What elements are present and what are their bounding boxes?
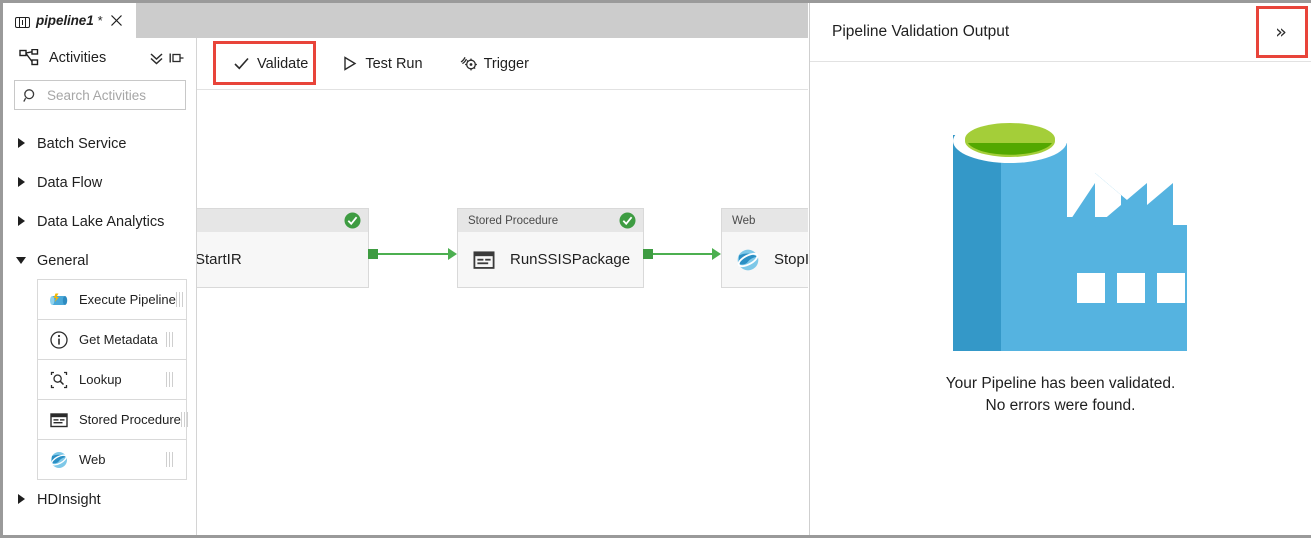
node-type-label: Web: [732, 214, 756, 227]
double-chevron-right-icon[interactable]: »: [1259, 10, 1303, 54]
sidebar-group-general[interactable]: General: [3, 241, 196, 280]
pipeline-graph: Web: [197, 89, 808, 535]
search-input[interactable]: [45, 86, 196, 104]
activity-get-metadata[interactable]: Get Metadata: [37, 319, 187, 360]
pipeline-node-startir[interactable]: Web: [197, 208, 369, 288]
tab-pipeline1[interactable]: pipeline1 *: [3, 3, 136, 38]
connector-handle[interactable]: [643, 249, 653, 259]
tab-title: pipeline1: [36, 13, 94, 28]
stored-procedure-icon: [49, 410, 69, 430]
connector-line: [378, 253, 449, 255]
activity-stored-procedure[interactable]: Stored Procedure: [37, 399, 188, 440]
checkmark-icon: [233, 55, 250, 72]
drag-handle[interactable]: [166, 332, 180, 347]
info-circle-icon: [49, 330, 69, 350]
pipeline-node-stopir[interactable]: Web StopIR: [721, 208, 808, 288]
general-activity-list: Execute Pipeline Get Metadata Lookup Sto…: [3, 279, 196, 480]
web-globe-icon: [736, 248, 760, 272]
node-status-valid-icon: [619, 212, 636, 229]
node-name-label: StopIR: [774, 251, 808, 268]
activity-label: Get Metadata: [79, 332, 158, 347]
drag-handle[interactable]: [166, 452, 180, 467]
validate-label: Validate: [257, 55, 309, 72]
connector-arrow: [712, 248, 721, 260]
node-header: Web: [722, 209, 808, 232]
activity-label: Stored Procedure: [79, 412, 181, 427]
validation-panel-title: Pipeline Validation Output: [832, 23, 1010, 40]
trigger-button[interactable]: Trigger: [448, 46, 541, 82]
activities-title: Activities: [49, 50, 107, 66]
sidebar-group-label: Batch Service: [37, 135, 127, 152]
node-status-valid-icon: [344, 212, 361, 229]
activities-header: Activities: [3, 38, 196, 78]
connector-arrow: [448, 248, 457, 260]
sidebar-group-label: HDInsight: [37, 491, 101, 508]
drag-handle[interactable]: [180, 412, 195, 427]
activities-tree: Batch Service Data Flow Data Lake Analyt…: [3, 124, 196, 519]
test-run-label: Test Run: [365, 55, 423, 72]
sidebar-group-label: Data Flow: [37, 174, 103, 191]
drag-handle[interactable]: [175, 292, 190, 307]
chevron-down-icon: [15, 254, 28, 267]
app-window: pipeline1 * Activities Search Activities…: [0, 0, 1311, 538]
web-globe-icon: [49, 450, 69, 470]
chevron-right-icon: [15, 215, 28, 228]
chevron-right-icon: [15, 493, 28, 506]
activities-panel: Activities Search Activities Batch Servi…: [3, 38, 197, 535]
trigger-gear-icon: [460, 55, 477, 72]
node-name-label: RunSSISPackage: [510, 251, 631, 268]
node-header: Web: [197, 209, 368, 232]
chevron-right-icon: [15, 176, 28, 189]
activities-sitemap-icon: [19, 48, 40, 67]
connector-handle[interactable]: [368, 249, 378, 259]
stored-procedure-icon: [472, 248, 496, 272]
canvas-toolbar: Validate Test Run Trigger: [197, 38, 808, 90]
validation-panel-header: Pipeline Validation Output »: [810, 3, 1311, 62]
search-icon: [23, 88, 38, 103]
azure-data-factory-logo: [935, 95, 1187, 351]
execute-pipeline-icon: [49, 290, 69, 310]
pipeline-canvas: Validate Test Run Trigger StartIR Stored…: [197, 38, 808, 535]
node-header: Stored Procedure: [458, 209, 643, 232]
validation-panel-body: Your Pipeline has been validated. No err…: [810, 62, 1311, 535]
sidebar-group-data-flow[interactable]: Data Flow: [3, 163, 196, 202]
validate-button[interactable]: Validate: [221, 46, 320, 82]
double-chevron-down-icon[interactable]: [146, 49, 166, 67]
activity-execute-pipeline[interactable]: Execute Pipeline: [37, 279, 187, 320]
validation-message: Your Pipeline has been validated. No err…: [946, 373, 1176, 418]
validation-message-line1: Your Pipeline has been validated.: [945, 375, 1176, 392]
activity-label: Execute Pipeline: [79, 292, 176, 307]
node-name-label: StartIR: [197, 251, 242, 268]
sidebar-group-hdinsight[interactable]: HDInsight: [3, 480, 196, 519]
connector-line: [653, 253, 713, 255]
pipeline-tab-icon: [15, 15, 30, 28]
activity-web[interactable]: Web: [37, 439, 187, 480]
sidebar-group-data-lake-analytics[interactable]: Data Lake Analytics: [3, 202, 196, 241]
activity-label: Web: [79, 452, 106, 467]
chevron-right-icon: [15, 137, 28, 150]
node-body: StartIR: [197, 232, 368, 287]
lookup-magnifier-icon: [49, 370, 69, 390]
sidebar-group-label: General: [37, 252, 89, 269]
tab-strip: pipeline1 *: [3, 3, 808, 38]
validation-message-line2: No errors were found.: [985, 397, 1136, 415]
tab-dirty-marker: *: [97, 13, 103, 28]
pin-icon[interactable]: [166, 49, 186, 67]
drag-handle[interactable]: [166, 372, 180, 387]
node-body: StopIR: [722, 232, 808, 287]
node-type-label: Stored Procedure: [468, 214, 559, 227]
sidebar-group-label: Data Lake Analytics: [37, 213, 165, 230]
pipeline-validation-output-panel: Pipeline Validation Output » Your Pipeli…: [809, 3, 1311, 535]
close-icon[interactable]: [110, 14, 124, 28]
activity-lookup[interactable]: Lookup: [37, 359, 187, 400]
pipeline-node-runssispackage[interactable]: Stored Procedure RunSSISPackage: [457, 208, 644, 288]
trigger-label: Trigger: [483, 55, 529, 72]
test-run-button[interactable]: Test Run: [329, 46, 434, 82]
node-body: RunSSISPackage: [458, 232, 643, 287]
play-triangle-icon: [341, 55, 358, 72]
search-activities-box[interactable]: [14, 80, 196, 110]
activity-label: Lookup: [79, 372, 122, 387]
sidebar-group-batch-service[interactable]: Batch Service: [3, 124, 196, 163]
collapse-glyph: »: [1275, 20, 1287, 43]
